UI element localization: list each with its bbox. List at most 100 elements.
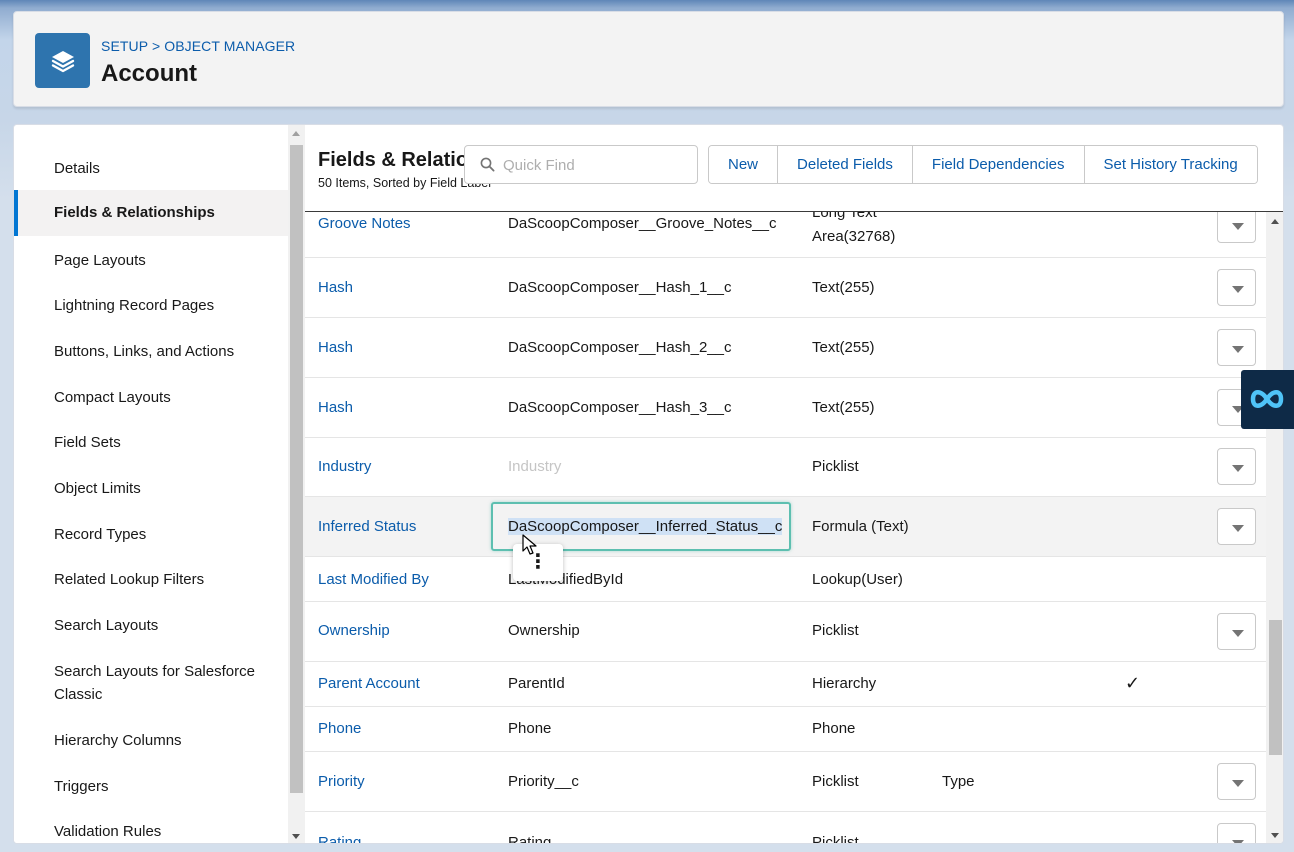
sidebar-scrollbar[interactable]: [288, 125, 305, 843]
sidebar-item-field-sets[interactable]: Field Sets: [14, 431, 288, 454]
field-label-link[interactable]: Priority: [318, 773, 365, 790]
breadcrumb-setup-link[interactable]: SETUP: [101, 38, 148, 54]
table-row: Ownership Ownership Picklist: [305, 602, 1266, 662]
sidebar-item-hierarchy-columns[interactable]: Hierarchy Columns: [14, 729, 288, 752]
scroll-down-arrow-icon[interactable]: [1271, 833, 1279, 838]
table-row: Hash DaScoopComposer__Hash_3__c Text(255…: [305, 378, 1266, 438]
field-api-name: Priority__c: [508, 773, 579, 790]
fields-table: Groove Notes DaScoopComposer__Groove_Not…: [305, 211, 1283, 844]
field-dependencies-button[interactable]: Field Dependencies: [912, 146, 1085, 183]
fields-content: Fields & Relationships 50 Items, Sorted …: [305, 125, 1283, 844]
field-label-link[interactable]: Industry: [318, 458, 371, 475]
sidebar-item-compact-layouts[interactable]: Compact Layouts: [14, 386, 288, 409]
sidebar-item-validation-rules[interactable]: Validation Rules: [14, 820, 288, 843]
field-label-link[interactable]: Last Modified By: [318, 571, 429, 588]
sidebar-item-related-lookup-filters[interactable]: Related Lookup Filters: [14, 568, 288, 591]
sidebar-item-buttons-links-actions[interactable]: Buttons, Links, and Actions: [14, 340, 288, 363]
page-title: Account: [101, 60, 197, 87]
field-api-name: Rating: [508, 834, 552, 844]
row-actions-dropdown[interactable]: [1217, 823, 1256, 843]
infinity-extension-badge[interactable]: [1241, 370, 1294, 429]
table-row: Hash DaScoopComposer__Hash_1__c Text(255…: [305, 258, 1266, 318]
field-type: Text(255): [812, 339, 875, 356]
table-row: Parent Account ParentId Hierarchy ✓: [305, 662, 1266, 707]
table-row: Phone Phone Phone: [305, 707, 1266, 752]
scroll-up-arrow-icon[interactable]: [1271, 219, 1279, 224]
sidebar-item-search-layouts[interactable]: Search Layouts: [14, 614, 288, 637]
field-label-link[interactable]: Phone: [318, 720, 361, 737]
row-actions-dropdown[interactable]: [1217, 613, 1256, 650]
new-button[interactable]: New: [709, 146, 779, 183]
row-actions-dropdown[interactable]: [1217, 763, 1256, 800]
row-actions-dropdown[interactable]: [1217, 329, 1256, 366]
field-type: Lookup(User): [812, 571, 903, 588]
sidebar-item-lightning-record-pages[interactable]: Lightning Record Pages: [14, 294, 288, 317]
sidebar-scroll-thumb[interactable]: [290, 145, 303, 793]
field-api-name: Phone: [508, 720, 552, 737]
sidebar-item-fields-relationships[interactable]: Fields & Relationships: [14, 190, 288, 236]
main-panel: Details Fields & Relationships Page Layo…: [13, 124, 1284, 844]
field-label-link[interactable]: Hash: [318, 399, 353, 416]
mouse-cursor-icon: [522, 534, 538, 559]
action-button-group: New Deleted Fields Field Dependencies Se…: [708, 145, 1258, 184]
chevron-down-icon: [1232, 223, 1244, 230]
quick-find-box[interactable]: [464, 145, 698, 184]
table-scroll-thumb[interactable]: [1269, 620, 1282, 755]
chevron-down-icon: [1232, 346, 1244, 353]
sidebar-item-page-layouts[interactable]: Page Layouts: [14, 249, 288, 272]
row-actions-dropdown[interactable]: [1217, 212, 1256, 243]
field-type: Hierarchy: [812, 675, 877, 692]
breadcrumb-object-manager-link[interactable]: OBJECT MANAGER: [164, 38, 295, 54]
scroll-down-arrow-icon[interactable]: [292, 834, 300, 839]
row-actions-dropdown[interactable]: [1217, 448, 1256, 485]
field-api-name: DaScoopComposer__Hash_3__c: [508, 399, 732, 416]
object-header: SETUP > OBJECT MANAGER Account: [13, 11, 1284, 107]
sidebar-item-triggers[interactable]: Triggers: [14, 775, 288, 798]
field-type: Picklist: [812, 834, 859, 844]
field-label-link[interactable]: Hash: [318, 339, 353, 356]
field-type: Formula (Text): [812, 518, 909, 535]
quick-find-input[interactable]: [503, 154, 688, 176]
table-row: Last Modified By LastModifiedById Lookup…: [305, 557, 1266, 602]
field-label-link[interactable]: Rating: [318, 834, 361, 843]
chevron-down-icon: [1232, 286, 1244, 293]
deleted-fields-button[interactable]: Deleted Fields: [778, 146, 913, 183]
table-row: Hash DaScoopComposer__Hash_2__c Text(255…: [305, 318, 1266, 378]
sidebar-item-search-layouts-classic[interactable]: Search Layouts for Salesforce Classic: [14, 660, 274, 706]
field-type: Long Text: [812, 211, 877, 221]
kebab-menu-popover[interactable]: ⋮: [513, 544, 563, 581]
section-title: Fields & Relationships: [318, 149, 468, 171]
field-label-link[interactable]: Groove Notes: [318, 215, 411, 232]
row-actions-dropdown[interactable]: [1217, 269, 1256, 306]
chevron-down-icon: [1232, 840, 1244, 843]
field-label-link[interactable]: Hash: [318, 279, 353, 296]
field-type: Picklist: [812, 458, 859, 475]
chevron-down-icon: [1232, 525, 1244, 532]
sidebar-item-object-limits[interactable]: Object Limits: [14, 477, 288, 500]
indexed-check-icon: ✓: [1125, 673, 1141, 693]
field-label-link[interactable]: Ownership: [318, 622, 390, 639]
set-history-tracking-button[interactable]: Set History Tracking: [1084, 146, 1257, 183]
row-actions-dropdown[interactable]: [1217, 508, 1256, 545]
sidebar-item-record-types[interactable]: Record Types: [14, 523, 288, 546]
field-type: Picklist: [812, 622, 859, 639]
table-scrollbar[interactable]: [1266, 212, 1283, 843]
field-api-name: DaScoopComposer__Hash_2__c: [508, 339, 732, 356]
scroll-up-arrow-icon[interactable]: [292, 131, 300, 136]
field-type: Phone: [812, 720, 856, 737]
sidebar-item-details[interactable]: Details: [14, 157, 288, 180]
field-type: Text(255): [812, 279, 875, 296]
field-type: Text(255): [812, 399, 875, 416]
field-api-name: Ownership: [508, 622, 580, 639]
table-row: Inferred Status DaScoopComposer__Inferre…: [305, 497, 1266, 557]
table-row: Priority Priority__c Picklist Type: [305, 752, 1266, 812]
table-row: Groove Notes DaScoopComposer__Groove_Not…: [305, 212, 1266, 258]
field-label-link[interactable]: Inferred Status: [318, 518, 416, 535]
field-api-name: Industry: [508, 458, 562, 475]
sidebar-nav: Details Fields & Relationships Page Layo…: [14, 125, 288, 843]
table-row: Industry Industry Picklist: [305, 438, 1266, 497]
table-row: Rating Rating Picklist: [305, 812, 1266, 844]
field-type: Picklist: [812, 773, 859, 790]
field-label-link[interactable]: Parent Account: [318, 675, 420, 692]
controlling-field: Type: [942, 773, 975, 790]
